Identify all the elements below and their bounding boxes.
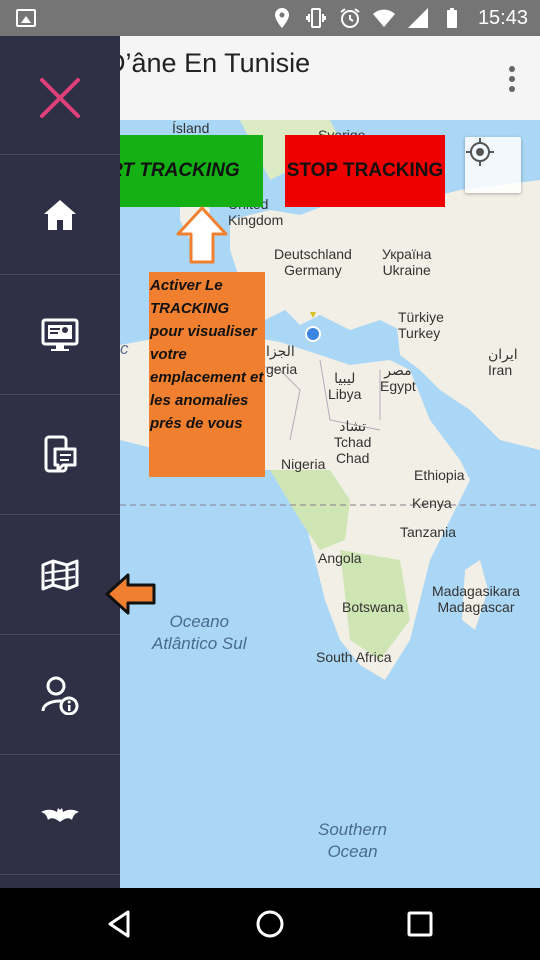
tracking-instruction-callout: Activer Le TRACKING pour visualiser votr… [149,272,265,477]
left-arrow-icon [105,573,156,615]
close-icon[interactable] [38,76,82,120]
map-label-iran: ایران Iran [488,346,518,378]
clock: 15:43 [477,6,528,29]
back-icon[interactable] [104,908,136,940]
map-label-tanzania: Tanzania [400,524,457,540]
my-location-icon [466,138,494,166]
phone-chat-icon [44,435,77,472]
map-label-ukraine: Україна Ukraine [382,246,432,278]
overflow-menu-icon[interactable] [508,66,516,94]
navigation-drawer [0,36,120,888]
wifi-icon [372,9,395,27]
map-label-libya: ليبيا Libya [328,370,362,402]
signal-icon [407,8,428,28]
map-label-kenya: Kenya [412,495,452,511]
vibrate-icon [305,8,326,28]
map-label-botswana: Botswana [342,599,404,615]
map-label-edge-c: c [120,339,129,358]
recents-icon[interactable] [404,908,436,940]
drawer-item-messages[interactable] [0,395,120,514]
map-label-southern-ocean: Southern Ocean [318,820,387,861]
home-circle-icon[interactable] [254,908,286,940]
map-label-island: Ísland [172,120,210,136]
bat-icon [41,807,79,822]
map-label-angola: Angola [318,550,362,566]
map-label-algeria: الجزا geria [266,343,298,377]
map-label-oceano: Oceano Atlântico Sul [152,612,247,653]
image-notification-icon [16,9,36,27]
drawer-item-map[interactable] [0,515,120,634]
stop-tracking-button[interactable]: STOP TRACKING [285,135,445,207]
drawer-item-bat[interactable] [0,755,120,874]
location-icon [274,8,289,28]
drawer-item-profile[interactable] [0,635,120,754]
drawer-item-dashboard[interactable] [0,275,120,394]
status-bar: 15:43 [0,0,540,36]
home-icon [44,199,76,230]
map-label-ethiopia: Ethiopia [414,467,465,483]
battery-icon [446,8,457,28]
alarm-icon [340,8,360,28]
map-label-south-africa: South Africa [316,649,392,665]
user-info-icon [41,676,79,715]
system-nav-bar [0,888,540,960]
status-icons: 15:43 [270,0,528,36]
map-label-madagascar: Madagasikara Madagascar [432,583,520,615]
map-label-egypt: مصر Egypt [380,362,416,394]
drawer-divider [0,874,120,875]
my-location-button[interactable] [465,137,521,193]
map-label-chad: تشاد Tchad Chad [334,418,372,466]
map-label-turkey: Türkiye Turkey [398,309,444,341]
map-label-germany: Deutschland Germany [274,246,352,278]
map-icon [41,559,79,590]
map-label-nigeria: Nigeria [281,456,326,472]
drawer-item-home[interactable] [0,155,120,274]
monitor-presentation-icon [41,318,79,351]
up-arrow-icon [176,206,228,264]
